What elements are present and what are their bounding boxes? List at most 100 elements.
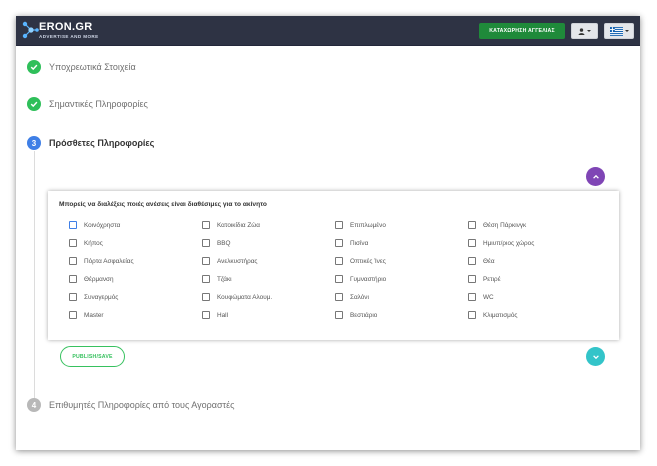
step-2[interactable]: Σημαντικές Πληροφορίες bbox=[27, 97, 148, 111]
amenities-title: Μπορείς να διαλέξεις ποιές ανέσεις είναι… bbox=[59, 201, 267, 208]
amenity-checkbox[interactable] bbox=[468, 275, 476, 283]
stepper-line bbox=[34, 151, 35, 401]
amenity-checkbox[interactable] bbox=[335, 275, 343, 283]
amenity-option[interactable]: Οπτικές Ίνες bbox=[335, 257, 386, 265]
amenity-label: Επιπλωμένο bbox=[350, 221, 386, 229]
amenity-option[interactable]: Θέρμανση bbox=[69, 275, 114, 283]
scroll-up-button[interactable] bbox=[586, 167, 605, 186]
amenity-label: Hall bbox=[217, 311, 229, 319]
amenity-label: Πόρτα Ασφαλείας bbox=[84, 257, 134, 265]
amenity-option[interactable]: WC bbox=[468, 293, 494, 301]
amenity-checkbox[interactable] bbox=[335, 221, 343, 229]
amenity-option[interactable]: Master bbox=[69, 311, 104, 319]
amenity-checkbox[interactable] bbox=[335, 311, 343, 319]
chevron-down-icon bbox=[592, 354, 599, 359]
amenity-checkbox[interactable] bbox=[69, 275, 77, 283]
amenity-option[interactable]: Επιπλωμένο bbox=[335, 221, 386, 229]
amenity-option[interactable]: Θέση Πάρκινγκ bbox=[468, 221, 526, 229]
check-icon bbox=[27, 97, 41, 111]
app-window: ERON.GR ADVERTISE AND MORE ΚΑΤΑΧΩΡΗΣΗ ΑΓ… bbox=[16, 16, 640, 450]
amenity-checkbox[interactable] bbox=[335, 257, 343, 265]
amenity-label: Κοινόχρηστα bbox=[84, 221, 121, 229]
amenity-option[interactable]: Συναγερμός bbox=[69, 293, 118, 301]
user-icon bbox=[578, 27, 585, 35]
amenity-checkbox[interactable] bbox=[69, 257, 77, 265]
amenity-checkbox[interactable] bbox=[202, 221, 210, 229]
amenity-checkbox[interactable] bbox=[335, 293, 343, 301]
amenity-label: Θέα bbox=[483, 257, 495, 265]
amenity-checkbox[interactable] bbox=[202, 311, 210, 319]
step-4-number: 4 bbox=[27, 398, 41, 412]
step-3-label: Πρόσθετες Πληροφορίες bbox=[49, 138, 155, 148]
amenity-option[interactable]: Ρετιρέ bbox=[468, 275, 501, 283]
amenity-option[interactable]: Σαλόνι bbox=[335, 293, 369, 301]
amenity-label: BBQ bbox=[217, 239, 231, 247]
amenity-checkbox[interactable] bbox=[335, 239, 343, 247]
chevron-down-icon bbox=[624, 30, 629, 32]
step-3-number: 3 bbox=[27, 136, 41, 150]
amenity-label: Master bbox=[84, 311, 104, 319]
amenity-label: Συναγερμός bbox=[84, 293, 119, 301]
amenity-label: Θέση Πάρκινγκ bbox=[483, 221, 527, 229]
amenity-option[interactable]: Κατοικίδια Ζώα bbox=[202, 221, 260, 229]
amenity-option[interactable]: Γυμναστήριο bbox=[335, 275, 386, 283]
amenity-label: Οπτικές Ίνες bbox=[350, 257, 386, 265]
amenity-label: Κλιματισμός bbox=[483, 311, 518, 319]
site-logo[interactable]: ERON.GR ADVERTISE AND MORE bbox=[21, 19, 121, 43]
amenity-checkbox[interactable] bbox=[468, 293, 476, 301]
amenity-option[interactable]: Ανελκυστήρας bbox=[202, 257, 258, 265]
amenity-option[interactable]: Κήπος bbox=[69, 239, 103, 247]
publish-save-button[interactable]: PUBLISH/SAVE bbox=[60, 346, 125, 367]
amenity-label: Ρετιρέ bbox=[483, 275, 501, 283]
amenity-option[interactable]: Πόρτα Ασφαλείας bbox=[69, 257, 134, 265]
check-icon bbox=[27, 60, 41, 74]
amenity-checkbox[interactable] bbox=[69, 293, 77, 301]
amenity-checkbox[interactable] bbox=[202, 293, 210, 301]
amenity-checkbox[interactable] bbox=[69, 311, 77, 319]
top-navbar: ERON.GR ADVERTISE AND MORE ΚΑΤΑΧΩΡΗΣΗ ΑΓ… bbox=[16, 16, 640, 46]
language-menu-button[interactable] bbox=[604, 23, 634, 39]
amenity-option[interactable]: Θέα bbox=[468, 257, 495, 265]
amenity-checkbox[interactable] bbox=[69, 221, 77, 229]
step-1[interactable]: Υποχρεωτικά Στοιχεία bbox=[27, 60, 136, 74]
amenity-checkbox[interactable] bbox=[468, 239, 476, 247]
amenity-checkbox[interactable] bbox=[69, 239, 77, 247]
step-4[interactable]: 4 Επιθυμητές Πληροφορίες από τους Αγορασ… bbox=[27, 398, 234, 412]
amenity-option[interactable]: Ημιυπ/ριος χώρος bbox=[468, 239, 534, 247]
amenity-option[interactable]: Κλιματισμός bbox=[468, 311, 517, 319]
amenity-label: Κουφώματα Αλουμ. bbox=[217, 293, 273, 301]
amenity-label: Θέρμανση bbox=[84, 275, 114, 283]
logo-network-icon bbox=[22, 21, 39, 39]
amenity-option[interactable]: Πισίνα bbox=[335, 239, 368, 247]
amenity-checkbox[interactable] bbox=[468, 257, 476, 265]
greek-flag-icon bbox=[609, 26, 623, 36]
amenity-option[interactable]: BBQ bbox=[202, 239, 231, 247]
amenity-option[interactable]: Κουφώματα Αλουμ. bbox=[202, 293, 272, 301]
amenity-label: WC bbox=[483, 293, 494, 301]
amenity-label: Βεστιάριο bbox=[350, 311, 378, 319]
amenity-label: Τζάκι bbox=[217, 275, 232, 283]
amenity-label: Κατοικίδια Ζώα bbox=[217, 221, 260, 229]
step-3[interactable]: 3 Πρόσθετες Πληροφορίες bbox=[27, 136, 154, 150]
amenity-checkbox[interactable] bbox=[468, 221, 476, 229]
amenity-option[interactable]: Τζάκι bbox=[202, 275, 232, 283]
amenity-label: Σαλόνι bbox=[350, 293, 369, 301]
amenity-checkbox[interactable] bbox=[202, 275, 210, 283]
amenity-option[interactable]: Hall bbox=[202, 311, 228, 319]
post-ad-button[interactable]: ΚΑΤΑΧΩΡΗΣΗ ΑΓΓΕΛΙΑΣ bbox=[479, 23, 565, 39]
amenity-option[interactable]: Βεστιάριο bbox=[335, 311, 377, 319]
amenity-checkbox[interactable] bbox=[468, 311, 476, 319]
amenity-checkbox[interactable] bbox=[202, 257, 210, 265]
amenity-checkbox[interactable] bbox=[202, 239, 210, 247]
scroll-down-button[interactable] bbox=[586, 347, 605, 366]
logo-subtitle: ADVERTISE AND MORE bbox=[39, 34, 99, 39]
amenity-label: Ημιυπ/ριος χώρος bbox=[483, 239, 535, 247]
logo-title: ERON.GR bbox=[39, 21, 93, 33]
step-4-label: Επιθυμητές Πληροφορίες από τους Αγοραστέ… bbox=[49, 400, 235, 410]
user-menu-button[interactable] bbox=[571, 23, 598, 39]
amenity-label: Ανελκυστήρας bbox=[217, 257, 258, 265]
step-2-label: Σημαντικές Πληροφορίες bbox=[49, 99, 148, 109]
amenities-panel: Μπορείς να διαλέξεις ποιές ανέσεις είναι… bbox=[48, 191, 619, 340]
amenity-label: Πισίνα bbox=[350, 239, 369, 247]
amenity-option[interactable]: Κοινόχρηστα bbox=[69, 221, 120, 229]
